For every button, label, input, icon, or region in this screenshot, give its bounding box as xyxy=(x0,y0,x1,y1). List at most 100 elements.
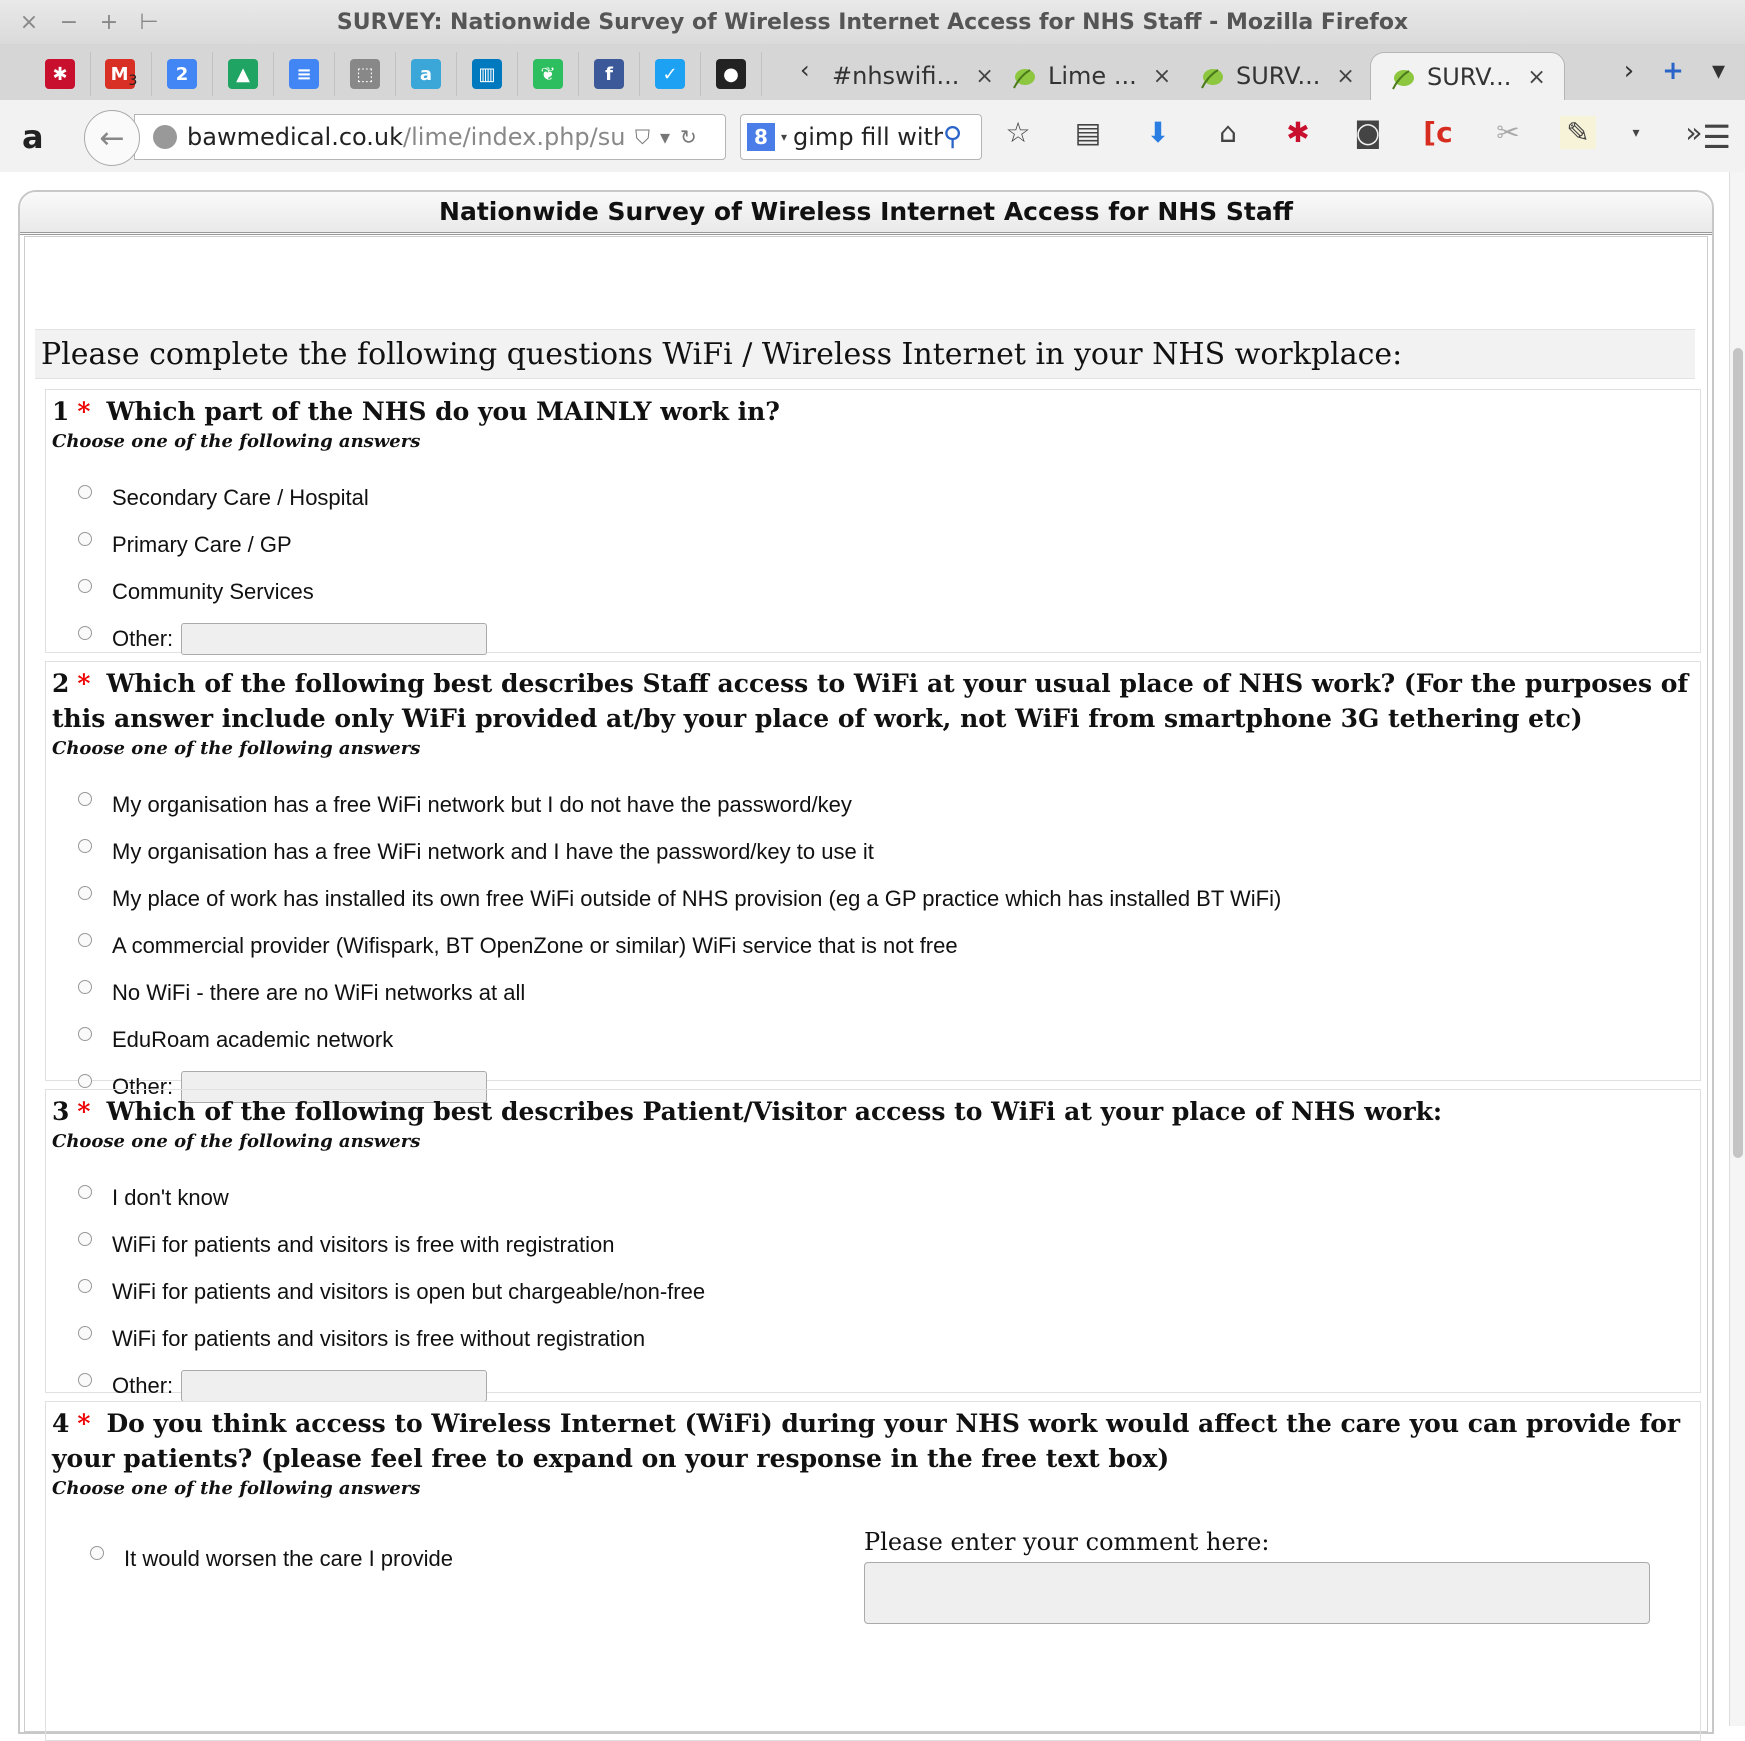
tab-nhswifi[interactable]: #nhswifi... × xyxy=(832,52,994,100)
answer-option[interactable]: WiFi for patients and visitors is open b… xyxy=(52,1268,1694,1315)
search-bar[interactable]: 8 ▾ gimp fill with ⚲ xyxy=(740,114,982,160)
tools-extension-icon[interactable]: ✂ xyxy=(1490,116,1526,149)
page-content: Nationwide Survey of Wireless Internet A… xyxy=(0,172,1730,1741)
back-button[interactable]: ← xyxy=(84,110,140,166)
answer-option[interactable]: Secondary Care / Hospital xyxy=(52,474,1694,521)
new-tab-button[interactable]: + xyxy=(1662,56,1684,86)
tab-scroll-left-button[interactable]: ‹ xyxy=(800,56,810,84)
survey-intro: Please complete the following questions … xyxy=(35,329,1695,379)
tab-lime[interactable]: Lime ... × xyxy=(1010,52,1171,100)
answer-option[interactable]: WiFi for patients and visitors is free w… xyxy=(52,1315,1694,1362)
pinned-tab-drive[interactable]: ▲ xyxy=(213,52,274,96)
docs-icon: ≡ xyxy=(289,59,319,89)
answer-option[interactable]: My place of work has installed its own f… xyxy=(52,875,1694,922)
downloads-icon[interactable]: ⬇ xyxy=(1140,116,1176,149)
limesurvey-leaf-icon xyxy=(1013,69,1035,89)
radio-button[interactable] xyxy=(78,1372,92,1387)
tab-scroll-right-button[interactable]: › xyxy=(1624,56,1634,86)
pinned-tab-github[interactable]: ● xyxy=(701,52,762,96)
tab-close-icon[interactable]: × xyxy=(1336,64,1354,89)
url-text[interactable]: bawmedical.co.uk/lime/index.php/survey xyxy=(187,123,627,151)
other-text-input[interactable] xyxy=(181,1369,488,1402)
question-title: 1 * Which part of the NHS do you MAINLY wo… xyxy=(52,397,780,426)
amazon-icon[interactable]: a xyxy=(22,118,44,156)
navigation-toolbar: a bawmedical.co.uk/lime/index.php/survey… xyxy=(0,100,1745,173)
answer-options: I don't know WiFi for patients and visit… xyxy=(52,1174,1694,1409)
radio-button[interactable] xyxy=(78,932,92,947)
list-all-tabs-button[interactable]: ▾ xyxy=(1712,56,1725,86)
page-scrollbar[interactable] xyxy=(1729,172,1745,1726)
answer-option[interactable]: My organisation has a free WiFi network … xyxy=(52,828,1694,875)
answer-option-other[interactable]: Other: xyxy=(52,615,1694,662)
radio-button[interactable] xyxy=(78,1073,92,1088)
radio-button[interactable] xyxy=(78,838,92,853)
tab-close-icon[interactable]: × xyxy=(975,64,993,89)
lastpass-icon[interactable]: ✱ xyxy=(1280,116,1316,149)
search-engine-dropdown-icon[interactable]: ▾ xyxy=(781,130,787,144)
pocket-icon[interactable]: ⛉ xyxy=(635,125,650,149)
answer-option[interactable]: EduRoam academic network xyxy=(52,1016,1694,1063)
answer-option[interactable]: Community Services xyxy=(52,568,1694,615)
radio-button[interactable] xyxy=(78,791,92,806)
answer-option[interactable]: Primary Care / GP xyxy=(52,521,1694,568)
radio-button[interactable] xyxy=(78,1184,92,1199)
pinned-tab-docs[interactable]: ≡ xyxy=(274,52,335,96)
radio-button[interactable] xyxy=(78,1325,92,1340)
radio-button[interactable] xyxy=(78,578,92,593)
url-dropdown-icon[interactable]: ▾ xyxy=(660,125,670,149)
answer-option[interactable]: A commercial provider (Wifispark, BT Ope… xyxy=(52,922,1694,969)
tab-bar: ✱ M 3 2 ▲ ≡ ⬚ a ▥ ❦ f ✓ ● ‹ #nhswifi... × Lime ... ×… xyxy=(0,44,1745,101)
pinned-tab-gmail[interactable]: M3 xyxy=(91,52,152,96)
pinned-tab-amazon-a[interactable]: a xyxy=(396,52,457,96)
radio-button[interactable] xyxy=(78,1231,92,1246)
comment-label: Please enter your comment here: xyxy=(864,1528,1270,1556)
calendar-icon: 2 xyxy=(167,59,197,89)
radio-button[interactable] xyxy=(78,531,92,546)
pinned-tab-facebook[interactable]: f xyxy=(579,52,640,96)
other-text-input[interactable] xyxy=(181,622,488,655)
reload-icon[interactable]: ↻ xyxy=(680,125,697,149)
trello-icon: ▥ xyxy=(472,59,502,89)
tab-label: SURV... xyxy=(1236,62,1321,90)
home-icon[interactable]: ⌂ xyxy=(1210,116,1246,149)
evernote-icon: ❦ xyxy=(533,59,563,89)
answer-option[interactable]: My organisation has a free WiFi network … xyxy=(52,781,1694,828)
radio-button[interactable] xyxy=(90,1545,104,1560)
tab-close-icon[interactable]: × xyxy=(1153,64,1171,89)
tab-survey-active[interactable]: SURV... × xyxy=(1370,52,1565,101)
question-4: 4 * Do you think access to Wireless Intern… xyxy=(45,1401,1701,1741)
eyedropper-dropdown-icon[interactable]: ▾ xyxy=(1630,125,1642,141)
search-magnifier-icon[interactable]: ⚲ xyxy=(943,122,962,152)
pinned-tab-lastpass[interactable]: ✱ xyxy=(30,52,91,96)
url-bar[interactable]: bawmedical.co.uk/lime/index.php/survey ⛉… xyxy=(134,114,726,160)
radio-button[interactable] xyxy=(78,1278,92,1293)
bookmark-star-icon[interactable]: ☆ xyxy=(1000,116,1036,149)
citation-extension-icon[interactable]: [c xyxy=(1420,116,1456,149)
comment-textarea[interactable] xyxy=(864,1562,1650,1624)
screenshot-extension-icon[interactable]: ◙ xyxy=(1350,116,1386,149)
pinned-tab-calendar[interactable]: 2 xyxy=(152,52,213,96)
radio-button[interactable] xyxy=(78,1026,92,1041)
question-help: Choose one of the following answers xyxy=(52,1131,421,1152)
scrollbar-thumb[interactable] xyxy=(1733,348,1743,1158)
reading-list-icon[interactable]: ▤ xyxy=(1070,116,1106,149)
pinned-tab-evernote[interactable]: ❦ xyxy=(518,52,579,96)
answer-option[interactable]: I don't know xyxy=(52,1174,1694,1221)
pinned-tab-screenshot[interactable]: ⬚ xyxy=(335,52,396,96)
search-input[interactable]: gimp fill with xyxy=(793,123,943,151)
hamburger-menu-icon[interactable]: ☰ xyxy=(1702,118,1731,156)
eyedropper-extension-icon[interactable]: ✎ xyxy=(1560,116,1596,149)
radio-button[interactable] xyxy=(78,484,92,499)
answer-option[interactable]: WiFi for patients and visitors is free w… xyxy=(52,1221,1694,1268)
radio-button[interactable] xyxy=(78,625,92,640)
tab-survey-1[interactable]: SURV... × xyxy=(1198,52,1355,100)
radio-button[interactable] xyxy=(78,885,92,900)
limesurvey-leaf-icon xyxy=(1392,70,1414,90)
radio-button[interactable] xyxy=(78,979,92,994)
required-asterisk: * xyxy=(77,669,91,698)
answer-option[interactable]: No WiFi - there are no WiFi networks at … xyxy=(52,969,1694,1016)
pinned-tab-twitter[interactable]: ✓ xyxy=(640,52,701,96)
pinned-tab-trello[interactable]: ▥ xyxy=(457,52,518,96)
tab-close-icon[interactable]: × xyxy=(1527,65,1545,90)
google-search-engine-icon[interactable]: 8 xyxy=(747,123,775,151)
